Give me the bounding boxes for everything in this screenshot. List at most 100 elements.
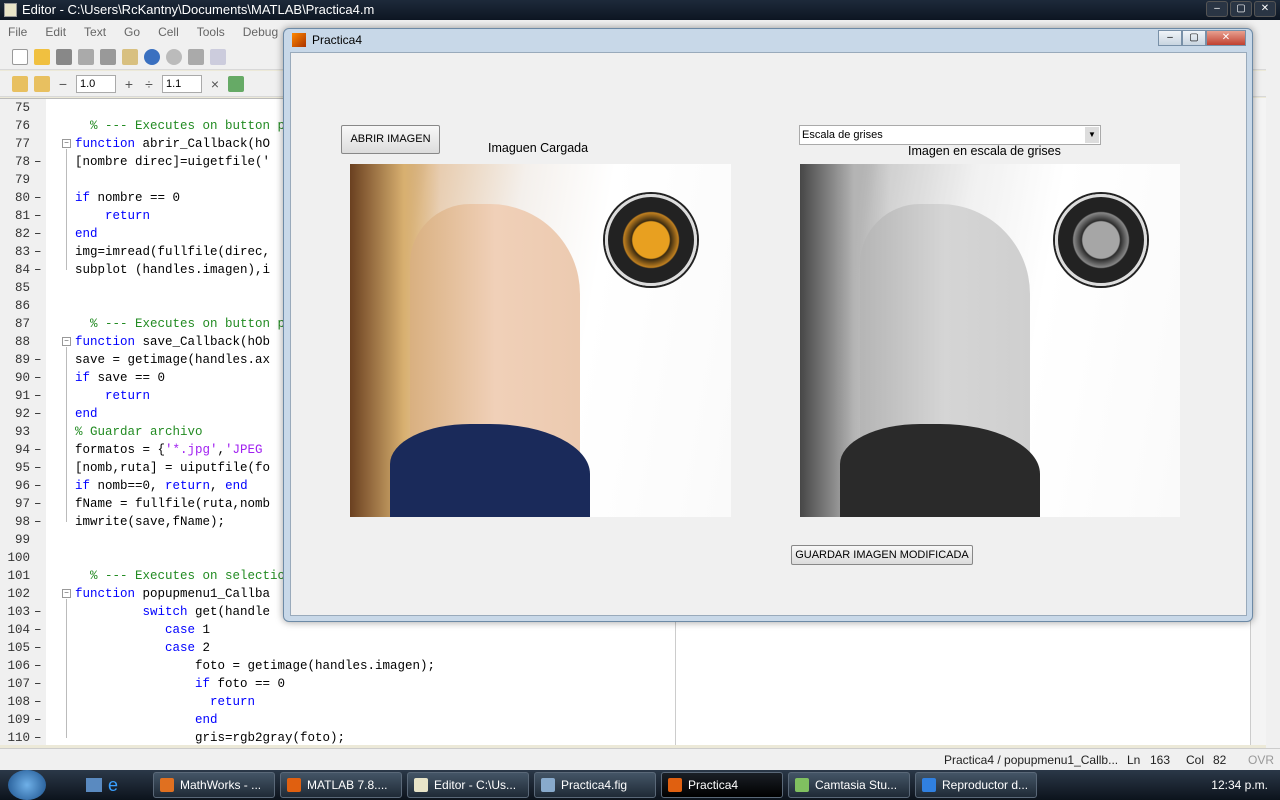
insert-cell-icon[interactable] xyxy=(12,75,28,92)
line-number: 93 xyxy=(14,425,30,439)
fold-toggle-icon[interactable]: − xyxy=(62,337,71,346)
minimize-button[interactable]: – xyxy=(1206,1,1228,17)
breakpoint-marker[interactable]: – xyxy=(34,387,42,405)
menu-cell[interactable]: Cell xyxy=(158,25,179,39)
figure-close-button[interactable]: ✕ xyxy=(1206,30,1246,46)
code-line[interactable]: 105– case 2 xyxy=(0,639,1250,657)
show-desktop-icon[interactable] xyxy=(86,778,102,792)
line-number: 84 xyxy=(14,263,30,277)
taskbar-item[interactable]: MATLAB 7.8.... xyxy=(280,772,403,798)
comment-icon[interactable] xyxy=(228,75,244,92)
undo-icon[interactable] xyxy=(144,48,160,65)
line-number: 92 xyxy=(14,407,30,421)
breakpoint-marker[interactable]: – xyxy=(34,711,42,729)
fold-toggle-icon[interactable]: − xyxy=(62,589,71,598)
breakpoint-marker[interactable]: – xyxy=(34,441,42,459)
taskbar-item[interactable]: Editor - C:\Us... xyxy=(407,772,530,798)
increment-button[interactable]: + xyxy=(122,76,136,92)
code-token: if xyxy=(75,677,211,691)
breakpoint-marker[interactable]: – xyxy=(34,459,42,477)
breakpoint-marker[interactable]: – xyxy=(34,495,42,513)
breakpoint-marker[interactable]: – xyxy=(34,657,42,675)
breakpoint-marker[interactable]: – xyxy=(34,351,42,369)
code-line[interactable]: 108– return xyxy=(0,693,1250,711)
multiplier-value-input[interactable]: 1.1 xyxy=(162,74,202,93)
close-button[interactable]: ✕ xyxy=(1254,1,1276,17)
chevron-down-icon[interactable]: ▼ xyxy=(1085,127,1099,143)
taskbar-item[interactable]: Practica4 xyxy=(661,772,784,798)
internet-explorer-icon[interactable]: e xyxy=(108,775,118,796)
menu-text[interactable]: Text xyxy=(84,25,106,39)
code-token: nomb==0, xyxy=(90,479,166,493)
line-number: 77 xyxy=(14,137,30,151)
code-token: '*.jpg' xyxy=(165,443,218,457)
menu-tools[interactable]: Tools xyxy=(197,25,225,39)
breakpoint-marker[interactable]: – xyxy=(34,369,42,387)
gray-image-axes xyxy=(800,164,1180,517)
taskbar-item[interactable]: Practica4.fig xyxy=(534,772,657,798)
breakpoint-marker[interactable]: – xyxy=(34,225,42,243)
clock[interactable]: 12:34 p.m. xyxy=(1211,778,1268,792)
code-token: img=imread(fullfile(direc, xyxy=(75,245,271,259)
multiply-button[interactable]: × xyxy=(208,76,222,92)
redo-icon[interactable] xyxy=(166,48,182,65)
save-icon[interactable] xyxy=(56,48,72,65)
breakpoint-marker[interactable]: – xyxy=(34,243,42,261)
code-line[interactable]: 106– foto = getimage(handles.imagen); xyxy=(0,657,1250,675)
find-icon[interactable] xyxy=(210,48,226,65)
code-text: gris=rgb2gray(foto); xyxy=(75,729,345,747)
breakpoint-marker[interactable]: – xyxy=(34,261,42,279)
decrement-button[interactable]: − xyxy=(56,76,70,92)
copy-icon[interactable] xyxy=(100,48,116,65)
paste-icon[interactable] xyxy=(122,48,138,65)
code-line[interactable]: 104– case 1 xyxy=(0,621,1250,639)
print-icon[interactable] xyxy=(188,48,204,65)
taskbar-item[interactable]: MathWorks - ... xyxy=(153,772,276,798)
breakpoint-marker[interactable]: – xyxy=(34,513,42,531)
divide-button[interactable]: ÷ xyxy=(142,76,156,92)
code-token: abrir_Callback(hO xyxy=(135,137,271,151)
breakpoint-marker[interactable]: – xyxy=(34,639,42,657)
increment-value-input[interactable]: 1.0 xyxy=(76,74,116,93)
taskbar-item[interactable]: Camtasia Stu... xyxy=(788,772,911,798)
figure-minimize-button[interactable]: – xyxy=(1158,30,1182,46)
code-token: 1 xyxy=(195,623,211,637)
code-line[interactable]: 107– if foto == 0 xyxy=(0,675,1250,693)
code-text: fName = fullfile(ruta,nomb xyxy=(75,495,270,513)
breakpoint-marker[interactable]: – xyxy=(34,153,42,171)
menu-debug[interactable]: Debug xyxy=(243,25,278,39)
status-col: 82 xyxy=(1213,753,1227,767)
cut-icon[interactable] xyxy=(78,48,94,65)
code-token: [nombre direc]=uigetfile(' xyxy=(75,155,271,169)
code-token: end xyxy=(75,713,218,727)
fold-toggle-icon[interactable]: − xyxy=(62,139,71,148)
taskbar-item[interactable]: Reproductor d... xyxy=(915,772,1038,798)
line-number: 88 xyxy=(14,335,30,349)
breakpoint-marker[interactable]: – xyxy=(34,675,42,693)
start-button[interactable] xyxy=(8,770,46,800)
code-token: get(handle xyxy=(187,605,271,619)
code-line[interactable]: 110– gris=rgb2gray(foto); xyxy=(0,729,1250,747)
save-modified-image-button[interactable]: GUARDAR IMAGEN MODIFICADA xyxy=(791,545,973,565)
filter-popup-menu[interactable]: Escala de grises ▼ xyxy=(799,125,1101,145)
breakpoint-marker[interactable]: – xyxy=(34,603,42,621)
menu-file[interactable]: File xyxy=(8,25,27,39)
new-file-icon[interactable] xyxy=(12,48,28,65)
open-image-button[interactable]: ABRIR IMAGEN xyxy=(341,125,440,154)
matlab-icon xyxy=(292,33,306,47)
breakpoint-marker[interactable]: – xyxy=(34,729,42,747)
breakpoint-marker[interactable]: – xyxy=(34,189,42,207)
breakpoint-marker[interactable]: – xyxy=(34,207,42,225)
eval-cell-icon[interactable] xyxy=(34,75,50,92)
breakpoint-marker[interactable]: – xyxy=(34,693,42,711)
breakpoint-marker[interactable]: – xyxy=(34,621,42,639)
breakpoint-marker[interactable]: – xyxy=(34,405,42,423)
breakpoint-marker[interactable]: – xyxy=(34,477,42,495)
menu-edit[interactable]: Edit xyxy=(45,25,66,39)
code-line[interactable]: 109– end xyxy=(0,711,1250,729)
app-icon xyxy=(795,778,810,792)
menu-go[interactable]: Go xyxy=(124,25,140,39)
figure-maximize-button[interactable]: ▢ xyxy=(1182,30,1206,46)
maximize-button[interactable]: ▢ xyxy=(1230,1,1252,17)
open-folder-icon[interactable] xyxy=(34,48,50,65)
